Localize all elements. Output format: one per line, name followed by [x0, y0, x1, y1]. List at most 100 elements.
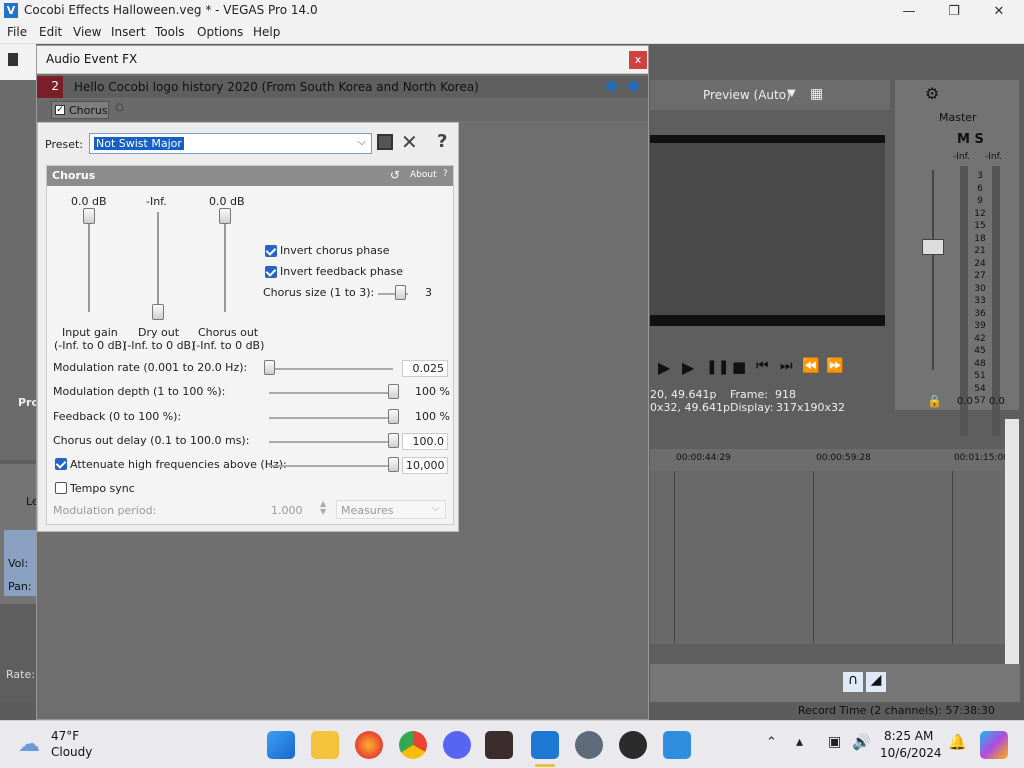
new-file-icon[interactable]	[8, 53, 18, 66]
attenuate-track	[269, 465, 393, 467]
pause-icon[interactable]: ❚❚	[706, 359, 729, 375]
menu-help[interactable]: Help	[253, 25, 280, 39]
snapping-icon[interactable]: ∩	[843, 672, 863, 692]
play-from-start-icon[interactable]: ▶	[682, 358, 694, 377]
discord-icon[interactable]	[443, 731, 471, 759]
timeline-tracks[interactable]	[650, 471, 1005, 644]
next-frame-icon[interactable]: ⏭	[780, 358, 793, 374]
modulation-depth-label: Modulation depth (1 to 100 %):	[53, 385, 226, 398]
preset-chevron-icon[interactable]: ⌵	[358, 137, 366, 148]
invert-chorus-phase-checkbox[interactable]	[265, 245, 277, 257]
stop-icon[interactable]: ■	[732, 358, 746, 376]
chorus-panel: Chorus ↺ About ? 0.0 dB Input gain (-Inf…	[46, 165, 454, 525]
preview-dropdown-chevron-icon[interactable]: ▼	[788, 88, 796, 99]
chevron-up-icon[interactable]: ⌃	[766, 735, 777, 750]
tempo-sync-checkbox[interactable]	[55, 482, 67, 494]
volume-icon[interactable]: 🔊	[852, 733, 871, 751]
meter-scale-tick: 54	[974, 383, 986, 394]
preset-dropdown[interactable]: Not Swist Major ⌵	[89, 133, 372, 154]
weather-temp[interactable]: 47°F	[51, 729, 79, 743]
menu-file[interactable]: File	[7, 25, 27, 39]
plugin-panel-help-icon[interactable]: ?	[443, 169, 448, 179]
play-icon[interactable]: ▶	[658, 358, 670, 377]
clock-date[interactable]: 10/6/2024	[880, 746, 942, 760]
close-window-button[interactable]: ✕	[976, 0, 1022, 22]
dry-out-range: (-Inf. to 0 dB)	[123, 339, 196, 352]
meter-scale-tick: 51	[974, 371, 986, 381]
timeline-scrollbar[interactable]	[1005, 419, 1019, 664]
minimize-button[interactable]: —	[886, 0, 932, 22]
record-app-icon[interactable]	[485, 731, 513, 759]
measures-dropdown[interactable]: Measures ⌵	[336, 500, 446, 519]
settings-gear-icon[interactable]: ⚙	[925, 84, 939, 103]
save-preset-icon[interactable]	[377, 134, 393, 150]
meter-left-bottom: 0.0	[957, 396, 973, 407]
fast-forward-icon[interactable]: ⏩	[826, 358, 843, 374]
cloud-weather-icon[interactable]: ☁	[18, 732, 40, 757]
previous-frame-icon[interactable]: ⏮	[756, 358, 769, 374]
maximize-button[interactable]: ❐	[931, 0, 977, 22]
menu-edit[interactable]: Edit	[39, 25, 62, 39]
modulation-depth-slider[interactable]	[388, 384, 399, 399]
about-link[interactable]: About	[410, 170, 437, 180]
vegas-pro-taskbar-icon[interactable]	[531, 731, 559, 759]
menu-options[interactable]: Options	[197, 25, 243, 39]
clock-time[interactable]: 8:25 AM	[884, 729, 933, 743]
chorus-size-slider[interactable]	[395, 285, 406, 300]
chorus-out-delay-slider[interactable]	[388, 433, 399, 448]
preview-quality-dropdown[interactable]: Preview (Auto)	[703, 88, 791, 102]
dialog-title-bar[interactable]: Audio Event FX x	[37, 46, 648, 74]
modulation-rate-value[interactable]: 0.025	[402, 360, 448, 377]
dialog-close-button[interactable]: x	[629, 51, 647, 69]
plugin-enable-checkbox[interactable]: ✓	[55, 105, 65, 115]
file-explorer-icon[interactable]	[311, 731, 339, 759]
vol-label: Vol:	[8, 557, 29, 570]
firefox-icon[interactable]	[355, 731, 383, 759]
media-player-icon[interactable]	[619, 731, 647, 759]
dry-out-slider[interactable]	[152, 304, 164, 320]
attenuate-high-frequencies-checkbox[interactable]	[55, 458, 67, 470]
settings-gear-taskbar-icon[interactable]	[575, 731, 603, 759]
notification-bell-icon[interactable]: 🔔	[948, 733, 967, 751]
attenuate-value[interactable]: 10,000	[402, 457, 448, 474]
plugin-help-button[interactable]: ?	[437, 131, 447, 152]
display-icon[interactable]: ▣	[828, 734, 841, 750]
input-gain-value: 0.0 dB	[71, 195, 107, 208]
copilot-icon[interactable]	[980, 731, 1008, 759]
attenuate-slider[interactable]	[388, 457, 399, 472]
master-bus-panel: ⚙ Master M S -Inf. -Inf. 3 6 9 12 15 18 21 24 27…	[895, 80, 1019, 436]
reset-icon[interactable]: ↺	[390, 168, 400, 182]
weather-desc[interactable]: Cloudy	[51, 745, 92, 759]
menu-tools[interactable]: Tools	[155, 25, 185, 39]
invert-feedback-phase-checkbox[interactable]	[265, 266, 277, 278]
auto-crossfade-icon[interactable]: ◢	[866, 672, 886, 692]
meter-scale-tick: 27	[974, 271, 986, 281]
plugin-chooser-icon[interactable]: ✚	[627, 77, 640, 96]
plugin-chain-icon[interactable]: ✚	[605, 77, 618, 96]
kdenlive-icon[interactable]	[663, 731, 691, 759]
windows-start-icon[interactable]	[267, 731, 295, 759]
modulation-period-value[interactable]: 1.000	[271, 504, 303, 517]
chorus-out-delay-value[interactable]: 100.0	[402, 433, 448, 450]
menu-insert[interactable]: Insert	[111, 25, 145, 39]
plugin-chip-chorus[interactable]: ✓ Chorus	[51, 101, 109, 119]
delete-preset-icon[interactable]: ✕	[401, 130, 418, 154]
meter-scale-tick: 21	[974, 246, 986, 256]
network-icon[interactable]: ▴	[796, 734, 803, 750]
master-fader-thumb[interactable]	[922, 239, 944, 255]
meter-right-top: -Inf.	[985, 152, 1002, 162]
modulation-rate-slider[interactable]	[264, 360, 275, 375]
active-app-indicator	[535, 764, 555, 767]
modulation-period-stepper-icon[interactable]: ▲ ▼	[320, 500, 326, 516]
chorus-out-slider[interactable]	[219, 208, 231, 224]
input-gain-slider[interactable]	[83, 208, 95, 224]
menu-view[interactable]: View	[73, 25, 101, 39]
timeline-ruler: 00:00:44:29 00:00:59:28 00:01:15:00	[650, 449, 1009, 471]
chrome-icon[interactable]	[399, 731, 427, 759]
meter-right-bottom: 0.0	[989, 396, 1005, 407]
lock-icon[interactable]: 🔒	[927, 394, 942, 408]
mute-solo-label[interactable]: M S	[957, 132, 984, 147]
overlays-grid-icon[interactable]: ▦	[810, 86, 823, 102]
rewind-icon[interactable]: ⏪	[802, 358, 819, 374]
feedback-slider[interactable]	[388, 409, 399, 424]
